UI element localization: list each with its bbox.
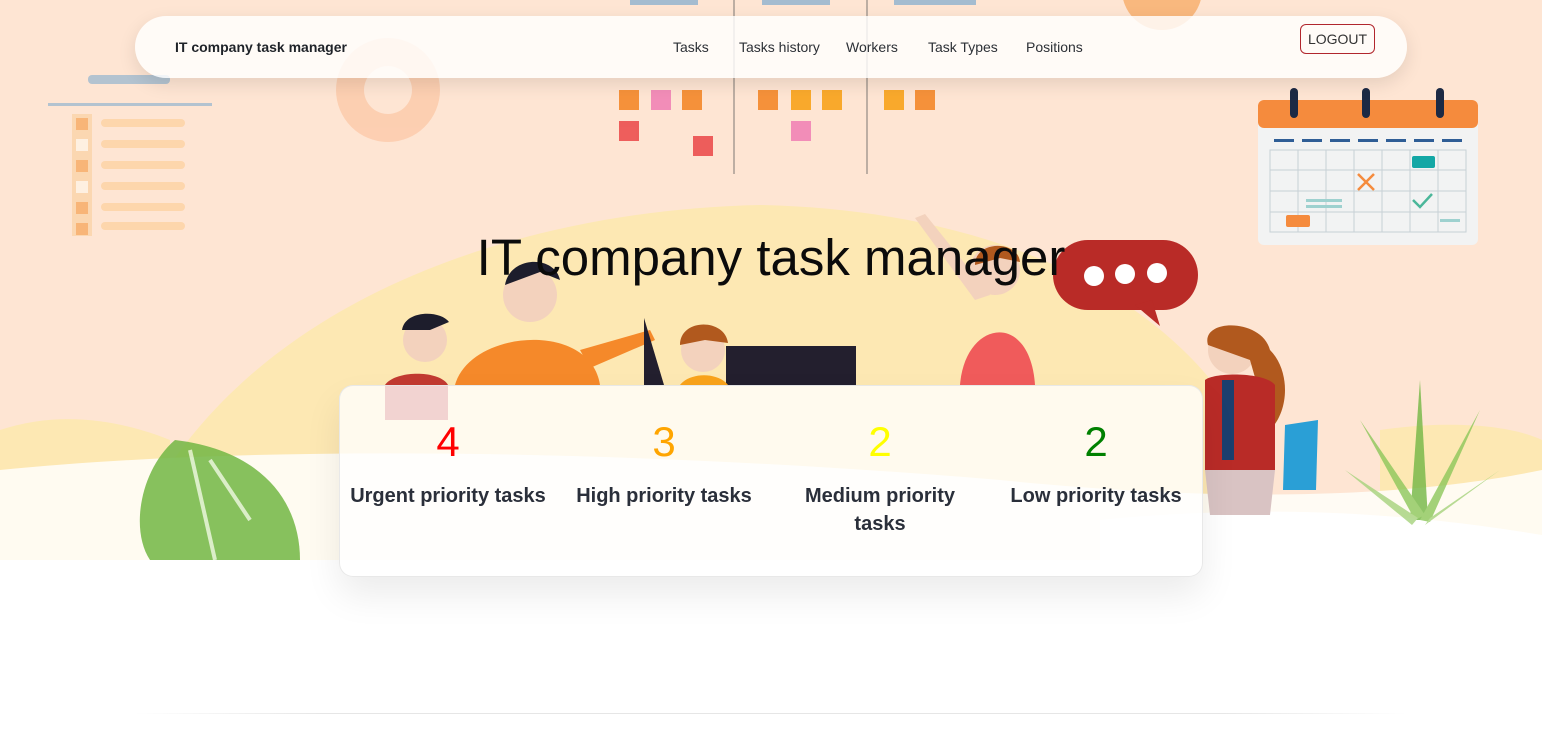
nav-link-workers[interactable]: Workers (846, 39, 898, 55)
page: IT company task manager Tasks Tasks hist… (0, 0, 1542, 744)
stat-medium-count: 2 (868, 418, 892, 465)
stat-low-label: Low priority tasks (1010, 485, 1182, 507)
stat-low: 2 Low priority tasks (996, 416, 1196, 510)
stat-medium-label: Medium priority tasks (804, 485, 955, 535)
calendar-icon (1258, 88, 1478, 245)
stat-high: 3 High priority tasks (564, 416, 764, 510)
logout-button[interactable]: LOGOUT (1300, 24, 1375, 54)
nav-link-task-types[interactable]: Task Types (928, 39, 998, 55)
stat-high-count: 3 (652, 418, 676, 465)
footer-divider (135, 713, 1407, 714)
stat-high-label: High priority tasks (576, 485, 752, 507)
stat-medium: 2 Medium priority tasks (780, 416, 980, 538)
priority-stats-card: 4 Urgent priority tasks 3 High priority … (339, 385, 1203, 577)
nav-link-tasks-history[interactable]: Tasks history (739, 39, 820, 55)
page-title: IT company task manager (476, 229, 1066, 286)
stat-urgent: 4 Urgent priority tasks (348, 416, 548, 510)
stat-low-count: 2 (1084, 418, 1108, 465)
navbar: IT company task manager Tasks Tasks hist… (135, 16, 1407, 78)
stat-urgent-count: 4 (436, 418, 460, 465)
nav-link-tasks[interactable]: Tasks (673, 39, 709, 55)
nav-links: Tasks Tasks history Workers Task Types P… (135, 39, 1407, 57)
nav-link-positions[interactable]: Positions (1026, 39, 1083, 55)
stat-urgent-label: Urgent priority tasks (350, 485, 546, 507)
